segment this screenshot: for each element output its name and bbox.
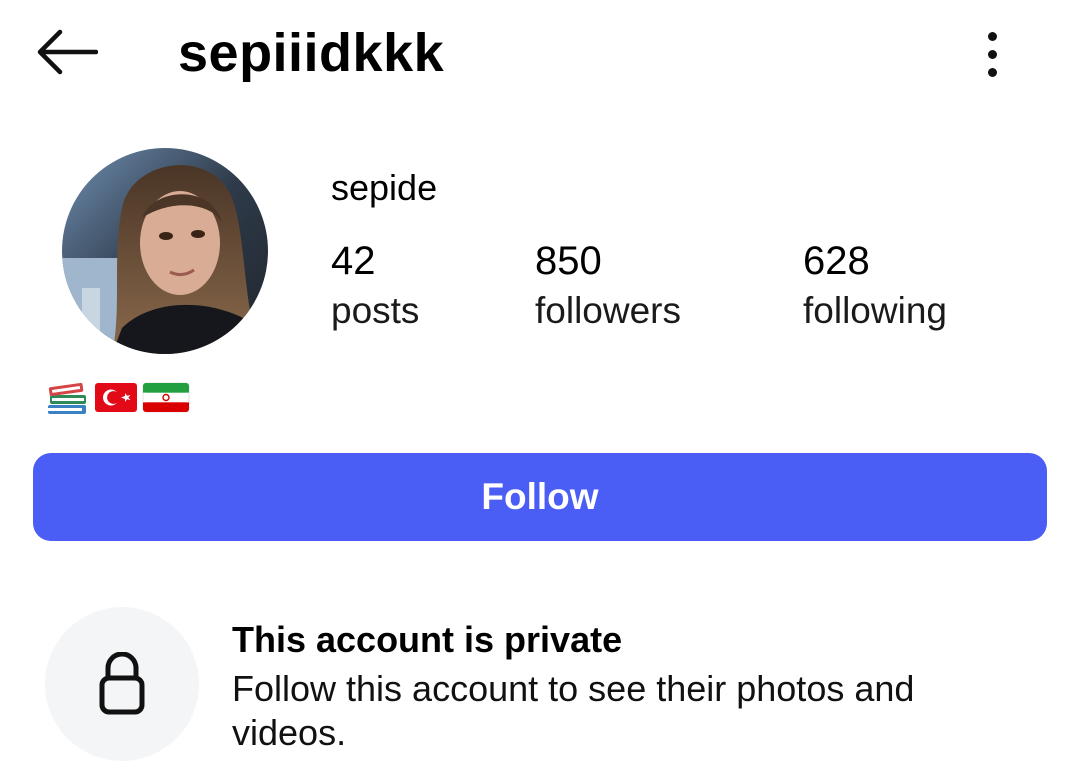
following-label: following — [803, 290, 947, 331]
turkey-flag-icon — [95, 383, 137, 412]
lock-icon — [99, 652, 145, 715]
profile-photo — [62, 148, 268, 354]
more-options-button[interactable] — [968, 24, 1016, 84]
lock-badge — [45, 607, 199, 761]
followers-label: followers — [535, 290, 681, 331]
books-icon — [48, 382, 86, 414]
avatar[interactable] — [62, 148, 268, 354]
arrow-left-icon — [37, 29, 98, 75]
following-stat[interactable]: 628 following — [803, 236, 947, 336]
followers-count: 850 — [535, 239, 602, 283]
display-name: sepide — [331, 167, 438, 208]
more-vertical-icon — [987, 31, 997, 41]
following-count: 628 — [803, 239, 870, 283]
posts-label: posts — [331, 290, 420, 331]
posts-count: 42 — [331, 239, 376, 283]
private-description: Follow this account to see their photos … — [232, 668, 915, 753]
back-button[interactable] — [30, 22, 102, 82]
top-bar: sepiiidkkk — [0, 0, 1080, 110]
posts-stat[interactable]: 42 posts — [331, 236, 419, 336]
follow-button[interactable]: Follow — [33, 453, 1047, 541]
private-account-notice: This account is private Follow this acco… — [45, 607, 1045, 766]
bio — [46, 377, 190, 417]
profile-username: sepiiidkkk — [178, 23, 445, 83]
private-title: This account is private — [232, 619, 623, 660]
iran-flag-icon — [142, 382, 190, 413]
followers-stat[interactable]: 850 followers — [535, 236, 681, 336]
more-dot — [987, 49, 997, 59]
more-dot — [987, 67, 997, 77]
